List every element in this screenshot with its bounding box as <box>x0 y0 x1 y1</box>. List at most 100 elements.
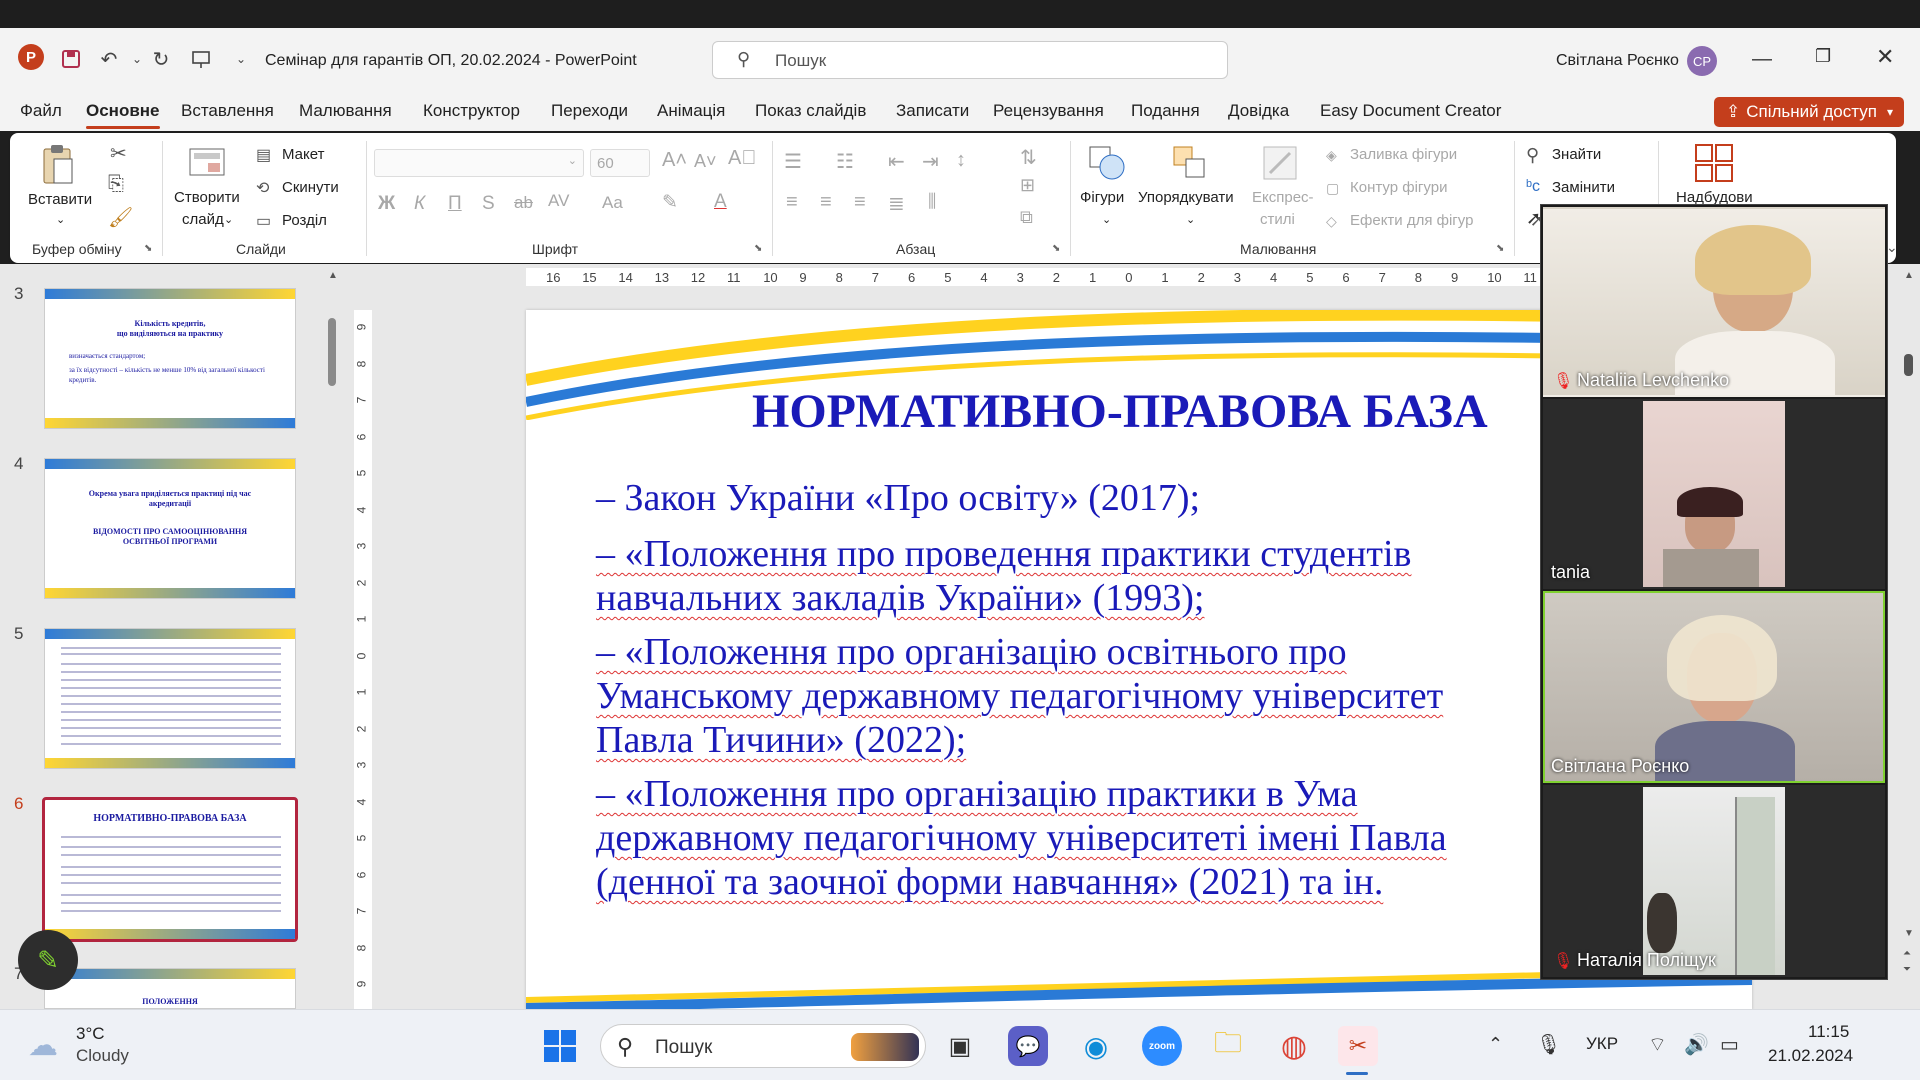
wifi-icon[interactable]: ⌔ <box>1648 1032 1667 1057</box>
minimize-icon[interactable]: — <box>1752 48 1772 71</box>
scrollbar-thumb[interactable] <box>1904 354 1913 376</box>
tab-transitions[interactable]: Переходи <box>551 101 628 121</box>
file-explorer-icon[interactable]: 🗀 <box>1208 1026 1248 1066</box>
align-right-icon[interactable]: ≡ <box>854 191 866 214</box>
weather-temp[interactable]: 3°C <box>76 1024 105 1044</box>
user-name[interactable]: Світлана Роєнко <box>1556 52 1679 70</box>
reset-icon[interactable]: ⟲ <box>256 178 269 198</box>
edge-icon[interactable]: ◉ <box>1076 1026 1116 1066</box>
bullets-icon[interactable]: ☰ <box>784 149 802 174</box>
italic-icon[interactable]: К <box>414 193 425 215</box>
slide-thumbnail-4[interactable]: Окрема увага приділяється практиці під ч… <box>44 458 296 599</box>
next-slide-icon[interactable]: ⏷ <box>1903 964 1911 975</box>
paste-label[interactable]: Вставити <box>28 191 92 208</box>
weather-condition[interactable]: Cloudy <box>76 1046 129 1066</box>
bold-icon[interactable]: Ж <box>378 193 395 215</box>
shape-fill-label[interactable]: Заливка фігури <box>1350 146 1457 163</box>
text-direction-icon[interactable]: ⇅ <box>1020 145 1037 170</box>
tab-design[interactable]: Конструктор <box>423 101 520 121</box>
scroll-up-icon[interactable]: ▲ <box>1904 270 1914 281</box>
restore-icon[interactable]: ❐ <box>1815 46 1831 67</box>
microphone-icon[interactable]: 🎙 <box>1536 1032 1561 1057</box>
increase-indent-icon[interactable]: ⇥ <box>922 149 939 174</box>
new-slide-label-2[interactable]: слайд <box>182 211 224 228</box>
dialog-launcher-icon[interactable]: ⬊ <box>754 243 762 254</box>
align-text-icon[interactable]: ⊞ <box>1020 175 1035 196</box>
change-case-icon[interactable]: Aa <box>602 193 623 213</box>
slide-thumbnail-pane[interactable]: 3 Кількість кредитів, що виділяються на … <box>0 264 340 1009</box>
zoom-icon[interactable]: zoom <box>1142 1026 1182 1066</box>
thumbnail-scrollbar-thumb[interactable] <box>328 318 336 386</box>
new-slide-dropdown-icon[interactable]: ⌄ <box>224 213 233 226</box>
underline-icon[interactable]: П <box>448 193 462 215</box>
user-avatar[interactable]: СР <box>1687 46 1717 76</box>
quick-styles-label-1[interactable]: Експрес- <box>1252 189 1314 206</box>
slide-bullet-2-line-1[interactable]: – «Положення про проведення практики сту… <box>596 532 1411 576</box>
arrange-label[interactable]: Упорядкувати <box>1138 189 1234 206</box>
scroll-up-icon[interactable]: ▲ <box>328 270 338 281</box>
line-spacing-icon[interactable]: ↕ <box>956 149 966 172</box>
snipping-tool-icon[interactable]: ✂ <box>1338 1026 1378 1066</box>
slide-thumbnail-3[interactable]: Кількість кредитів, що виділяються на пр… <box>44 288 296 429</box>
new-slide-icon[interactable] <box>188 145 228 181</box>
clock-time[interactable]: 11:15 <box>1808 1022 1849 1042</box>
tab-draw[interactable]: Малювання <box>299 101 392 121</box>
slide-thumbnail-7[interactable]: ПОЛОЖЕННЯ <box>44 968 296 1009</box>
windows-start-icon[interactable] <box>540 1026 580 1066</box>
char-spacing-icon[interactable]: AV <box>548 191 569 211</box>
undo-dropdown-icon[interactable]: ⌄ <box>124 46 150 72</box>
taskbar-search-box[interactable]: ⚲ Пошук <box>600 1024 926 1068</box>
close-icon[interactable]: ✕ <box>1876 44 1894 70</box>
increase-font-icon[interactable]: A˄ <box>662 149 687 172</box>
clear-formatting-icon[interactable]: A⃠ <box>728 147 756 170</box>
customize-toolbar-icon[interactable]: ⌄ <box>228 46 254 72</box>
slide-bullet-3-line-1[interactable]: – «Положення про організацію освітнього … <box>596 630 1347 674</box>
font-color-icon[interactable]: A <box>714 191 727 213</box>
align-center-icon[interactable]: ≡ <box>820 191 832 214</box>
format-painter-icon[interactable]: 🖌 <box>108 205 133 230</box>
shadow-icon[interactable]: S <box>482 193 495 215</box>
redo-icon[interactable]: ↻ <box>148 46 174 72</box>
dialog-launcher-icon[interactable]: ⬊ <box>144 243 152 254</box>
font-name-select[interactable]: ⌄ <box>374 149 584 177</box>
smartart-icon[interactable]: ⧉ <box>1020 207 1033 228</box>
chrome-icon[interactable]: ◍ <box>1274 1026 1314 1066</box>
section-icon[interactable]: ▭ <box>256 211 271 231</box>
show-hidden-icons-icon[interactable]: ⌃ <box>1488 1034 1503 1055</box>
teams-chat-icon[interactable]: 💬 <box>1008 1026 1048 1066</box>
dialog-launcher-icon[interactable]: ⬊ <box>1496 243 1504 254</box>
paste-icon[interactable] <box>40 143 76 187</box>
shape-outline-label[interactable]: Контур фігури <box>1350 179 1447 196</box>
cut-icon[interactable]: ✂ <box>110 141 127 166</box>
arrange-dropdown-icon[interactable]: ⌄ <box>1186 213 1195 226</box>
tab-record[interactable]: Записати <box>896 101 969 121</box>
tab-animations[interactable]: Анімація <box>657 101 725 121</box>
battery-icon[interactable]: ▭ <box>1720 1032 1739 1057</box>
shapes-icon[interactable] <box>1086 143 1128 183</box>
slide-thumbnail-5[interactable] <box>44 628 296 769</box>
present-icon[interactable] <box>188 46 214 72</box>
tab-review[interactable]: Рецензування <box>993 101 1104 121</box>
highlight-icon[interactable]: ✎ <box>662 191 678 214</box>
tab-file[interactable]: Файл <box>20 101 62 121</box>
layout-icon[interactable]: ▤ <box>256 145 271 165</box>
language-indicator[interactable]: УКР <box>1586 1034 1618 1054</box>
justify-icon[interactable]: ≣ <box>888 191 905 216</box>
decrease-font-icon[interactable]: A˅ <box>694 151 717 172</box>
task-view-icon[interactable]: ▣ <box>940 1026 980 1066</box>
slide-bullet-3-line-2[interactable]: Уманському державному педагогічному унів… <box>596 674 1443 718</box>
pen-annotation-icon[interactable]: ✎ <box>18 930 78 990</box>
slide-thumbnail-6-selected[interactable]: НОРМАТИВНО-ПРАВОВА БАЗА <box>42 797 298 942</box>
shapes-label[interactable]: Фігури <box>1080 189 1124 206</box>
quick-styles-label-2[interactable]: стилі <box>1260 211 1295 228</box>
slide-bullet-2-line-2[interactable]: навчальних закладів України» (1993); <box>596 576 1204 620</box>
slide-bullet-1[interactable]: – Закон України «Про освіту» (2017); <box>596 476 1546 520</box>
slide-scrollbar[interactable]: ▲ ▼ ⏶ ⏷ <box>1898 264 1920 1009</box>
copy-icon[interactable]: ⎘ <box>108 173 124 196</box>
align-left-icon[interactable]: ≡ <box>786 191 798 214</box>
tab-home[interactable]: Основне <box>86 101 160 129</box>
slide-bullet-4-line-1[interactable]: – «Положення про організацію практики в … <box>596 772 1358 816</box>
shape-effects-label[interactable]: Ефекти для фігур <box>1350 212 1473 229</box>
clock-date[interactable]: 21.02.2024 <box>1768 1046 1853 1066</box>
decrease-indent-icon[interactable]: ⇤ <box>888 149 905 174</box>
